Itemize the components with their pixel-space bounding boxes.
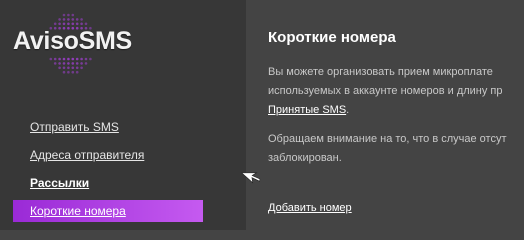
logo-dot — [80, 22, 83, 26]
mouse-cursor-icon — [241, 172, 261, 184]
logo-dot — [58, 62, 61, 65]
sidebar-item-label[interactable]: Рассылки — [30, 176, 89, 190]
logo-dot — [75, 22, 79, 26]
sidebar-item-label[interactable]: Короткие номера — [30, 204, 126, 218]
logo-dot — [62, 18, 66, 21]
sidebar-nav: Отправить SMS Адреса отправителя Рассылк… — [13, 113, 203, 222]
logo-dot — [67, 66, 70, 70]
intro-line-1: Вы можете организовать прием микроплате — [268, 66, 493, 78]
logo-dot — [71, 66, 75, 70]
logo-dot — [80, 66, 83, 70]
logo-dot — [71, 70, 75, 74]
logo-dot — [62, 13, 66, 17]
logo[interactable]: AvisoSMS — [12, 13, 152, 77]
logo-dot — [71, 62, 75, 65]
sidebar-item-short-numbers[interactable]: Короткие номера — [13, 200, 203, 222]
logo-dot — [75, 70, 79, 74]
notice-line-1: Обращаем внимание на то, что в случае от… — [268, 133, 507, 145]
sidebar: AvisoSMS Отправить SMS Адреса отправител… — [0, 0, 246, 230]
notice-line-2: заблокирован. — [268, 152, 342, 164]
logo-dot — [75, 62, 79, 65]
logo-dot — [62, 57, 66, 61]
logo-dot — [58, 57, 61, 61]
logo-dot — [71, 57, 75, 61]
logo-dot — [67, 22, 70, 26]
logo-dot — [62, 22, 66, 26]
logo-dot — [84, 57, 88, 61]
logo-dot — [67, 70, 70, 74]
logo-dot — [71, 18, 75, 21]
logo-dot — [71, 22, 75, 26]
sidebar-item-send-sms[interactable]: Отправить SMS — [13, 113, 203, 141]
sidebar-item-sender-addresses[interactable]: Адреса отправителя — [13, 141, 203, 169]
logo-dot — [53, 62, 57, 65]
intro-line-3: Принятые SMS. — [268, 101, 503, 120]
logo-dot — [53, 22, 57, 26]
logo-dot — [71, 13, 75, 17]
page-title: Короткие номера — [268, 29, 396, 46]
notice-paragraph: Обращаем внимание на то, что в случае от… — [268, 130, 507, 168]
logo-dot — [75, 57, 79, 61]
logo-dot — [62, 66, 66, 70]
received-sms-link[interactable]: Принятые SMS — [268, 104, 346, 116]
intro-line-3-tail: . — [346, 104, 350, 116]
logo-dot — [67, 57, 70, 61]
logo-dot — [80, 57, 83, 61]
main-content: Короткие номера Вы можете организовать п… — [246, 0, 524, 230]
logo-dot — [84, 62, 88, 65]
logo-dot — [53, 57, 57, 61]
logo-dot — [58, 22, 61, 26]
intro-paragraph: Вы можете организовать прием микроплате … — [268, 63, 503, 120]
logo-dot — [58, 66, 61, 70]
logo-dot — [67, 18, 70, 21]
logo-dot — [58, 18, 61, 21]
add-number-link[interactable]: Добавить номер — [268, 202, 352, 214]
sidebar-item-mailings[interactable]: Рассылки — [13, 169, 203, 197]
logo-dot — [80, 62, 83, 65]
logo-dot — [80, 18, 83, 21]
logo-text: AvisoSMS — [13, 27, 132, 55]
sidebar-item-label[interactable]: Отправить SMS — [30, 120, 119, 134]
logo-dot — [75, 18, 79, 21]
logo-dot — [89, 57, 92, 61]
logo-dot — [84, 22, 88, 26]
sidebar-item-label[interactable]: Адреса отправителя — [30, 148, 144, 162]
logo-dot — [67, 13, 70, 17]
intro-line-2: используемых в аккаунте номеров и длину … — [268, 85, 503, 97]
logo-dot — [49, 57, 53, 61]
logo-dot — [75, 66, 79, 70]
logo-dot — [62, 62, 66, 65]
logo-dot — [62, 70, 66, 74]
logo-dot — [67, 62, 70, 65]
